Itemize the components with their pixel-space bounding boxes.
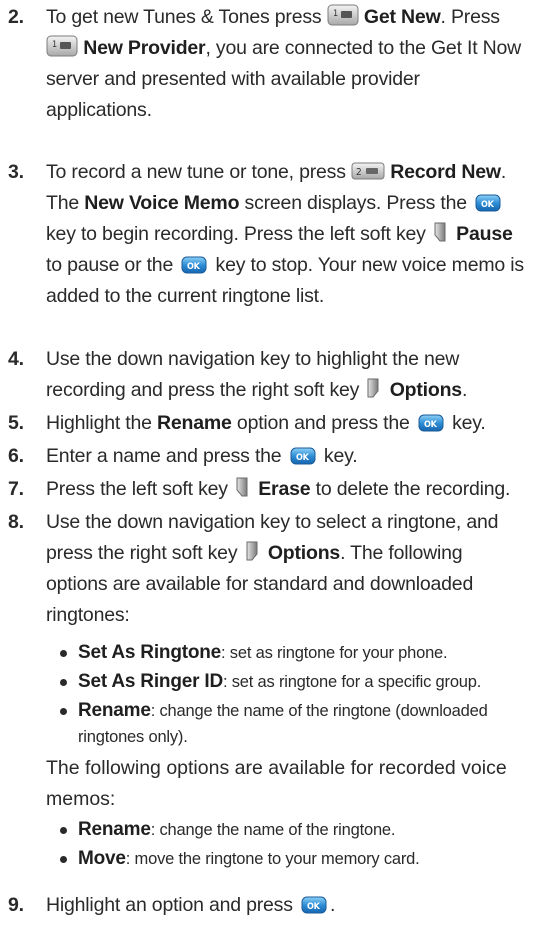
step-number: 6. [8, 445, 24, 467]
ok-key-icon: OK [475, 191, 501, 212]
step-3: 3. To record a new tune or tone, press 2… [8, 157, 528, 312]
ok-key-icon: OK [290, 444, 316, 465]
list-item: Set As Ringtone: set as ringtone for you… [60, 640, 520, 666]
bullet-icon [60, 679, 67, 686]
step-number: 3. [8, 161, 24, 183]
step-text: Highlight the [46, 412, 152, 434]
step-text: Enter a name and press the [46, 445, 282, 467]
bullet-icon [60, 708, 67, 715]
option-name: Set As Ringtone [78, 642, 222, 663]
option-description: : set as ringtone for your phone. [221, 644, 448, 662]
ok-key-icon: OK [418, 411, 444, 432]
right-soft-key-icon [366, 377, 380, 399]
key-1-icon: 1 [327, 4, 359, 26]
list-item: Set As Ringer ID: set as ringtone for a … [60, 669, 520, 695]
step-text: To record a new tune or tone, press [46, 161, 346, 183]
step-7: 7. Press the left soft key Erase to dele… [8, 474, 528, 505]
step-text: Press the left soft key [46, 478, 228, 500]
key-1-icon: 1 [46, 35, 78, 57]
key-2-abc-icon: 2 [351, 160, 385, 180]
step-2: 2. To get new Tunes & Tones press 1 Get … [8, 2, 528, 126]
options-label: Options [389, 379, 462, 401]
step-number: 8. [8, 511, 24, 533]
list-item: Rename: change the name of the ringtone … [60, 698, 520, 750]
svg-text:1: 1 [333, 9, 338, 19]
step-5: 5. Highlight the Rename option and press… [8, 408, 528, 439]
step-text: To get new Tunes & Tones press [46, 6, 322, 28]
step-text: key. [323, 445, 358, 467]
step-number: 9. [8, 894, 24, 916]
list-item: Move: move the ringtone to your memory c… [60, 846, 520, 872]
step-text: . [330, 894, 336, 916]
get-new-label: Get New [363, 6, 441, 28]
bullet-icon [60, 650, 67, 657]
svg-text:2: 2 [356, 167, 362, 178]
svg-text:1: 1 [52, 40, 57, 50]
step-text: key. [452, 412, 486, 434]
svg-text:OK: OK [481, 200, 495, 210]
option-description: : move the ringtone to your memory card. [125, 850, 420, 868]
right-soft-key-icon [245, 540, 259, 562]
manual-page: 2. To get new Tunes & Tones press 1 Get … [0, 0, 540, 938]
record-new-label: Record New [390, 161, 501, 183]
step-text: screen displays. Press the [244, 192, 468, 214]
step-text: key to begin recording. Press the left s… [46, 223, 426, 245]
step-number: 2. [8, 6, 24, 28]
rename-label: Rename [157, 412, 232, 434]
svg-text:OK: OK [187, 262, 201, 272]
bullet-icon [60, 856, 67, 863]
step-4: 4. Use the down navigation key to highli… [8, 344, 528, 406]
recorded-memo-options-text: The following options are available for … [46, 757, 507, 810]
step-text: Highlight an option and press [46, 894, 293, 916]
step-number: 4. [8, 348, 24, 370]
step-text: . [461, 379, 468, 401]
new-provider-label: New Provider [83, 37, 206, 59]
ok-key-icon: OK [181, 253, 207, 274]
step-number: 7. [8, 478, 24, 500]
svg-text:OK: OK [296, 453, 310, 463]
step-8: 8. Use the down navigation key to select… [8, 507, 528, 631]
step-text: to delete the recording. [315, 478, 511, 500]
new-voice-memo-label: New Voice Memo [84, 192, 240, 214]
erase-label: Erase [258, 478, 311, 500]
step-text: to pause or the [46, 254, 174, 276]
step-6: 6. Enter a name and press the OK key. [8, 441, 528, 472]
left-soft-key-icon [235, 476, 249, 498]
option-name: Set As Ringer ID [78, 671, 223, 692]
step-text: . Press [440, 6, 500, 28]
option-description: : set as ringtone for a specific group. [222, 673, 482, 691]
step-9: 9. Highlight an option and press OK. [8, 890, 528, 921]
list-item: Rename: change the name of the ringtone. [60, 817, 520, 843]
svg-text:OK: OK [424, 420, 438, 430]
option-name: Rename [78, 700, 151, 721]
bullet-icon [60, 827, 67, 834]
ok-key-icon: OK [301, 893, 327, 914]
left-soft-key-icon [433, 221, 447, 243]
option-name: Rename [78, 819, 151, 840]
options-label: Options [267, 542, 341, 564]
step-text: option and press the [236, 412, 410, 434]
pause-label: Pause [456, 223, 513, 245]
option-name: Move [78, 848, 126, 869]
step-number: 5. [8, 412, 24, 434]
svg-text:OK: OK [307, 902, 321, 912]
option-description: : change the name of the ringtone. [150, 821, 396, 839]
